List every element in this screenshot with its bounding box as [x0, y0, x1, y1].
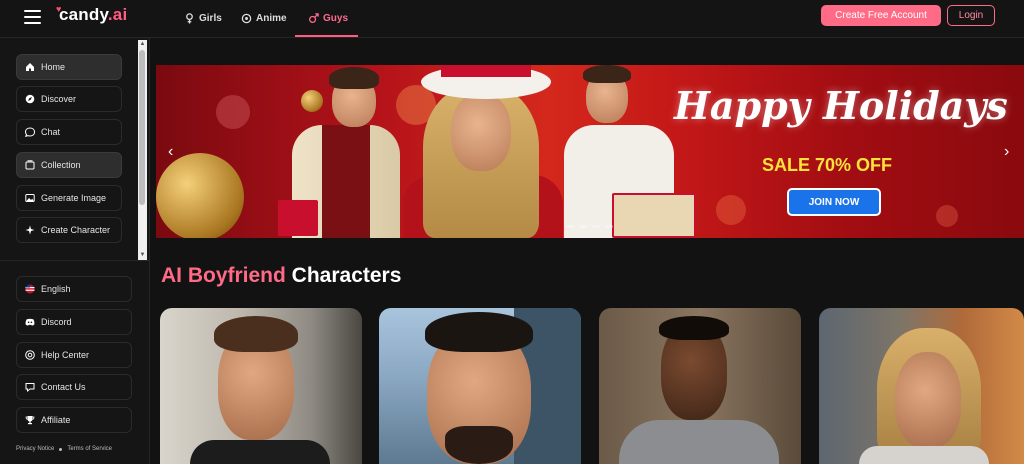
- sidebar-item-collection[interactable]: Collection: [16, 152, 122, 178]
- banner-sale-text: SALE 70% OFF: [762, 155, 893, 175]
- sidebar-item-label: Home: [41, 62, 66, 72]
- tab-guys-label: Guys: [323, 12, 349, 24]
- banner-next-arrow-icon[interactable]: ›: [1004, 143, 1009, 161]
- tab-anime-label: Anime: [256, 12, 287, 24]
- compass-icon: [25, 94, 35, 104]
- banner-headline: Happy Holidays: [674, 83, 1008, 128]
- card-shirt-image: [190, 440, 330, 464]
- logo[interactable]: ♥ candy.ai: [56, 4, 127, 25]
- discord-icon: [25, 318, 35, 326]
- flag-icon: [25, 284, 35, 294]
- carousel-dot[interactable]: [566, 225, 574, 228]
- sidebar-item-label: Chat: [41, 127, 61, 137]
- bokeh-light: [216, 95, 250, 129]
- menu-icon[interactable]: [24, 10, 41, 24]
- sidebar-item-help-center[interactable]: Help Center: [16, 342, 132, 368]
- bokeh-light: [936, 205, 958, 227]
- sidebar-item-label: Contact Us: [41, 382, 86, 392]
- tab-guys[interactable]: Guys: [308, 8, 348, 28]
- section-title-rest: Characters: [285, 264, 402, 287]
- tab-girls-label: Girls: [199, 12, 222, 24]
- hair-image: [329, 67, 379, 89]
- sidebar-item-label: Generate Image: [41, 193, 107, 203]
- tab-girls[interactable]: Girls: [184, 8, 222, 28]
- active-tab-indicator: [295, 35, 358, 37]
- sidebar-item-discover[interactable]: Discover: [16, 86, 122, 112]
- legal-links: Privacy Notice Terms of Service: [16, 446, 112, 452]
- image-icon: [25, 194, 35, 202]
- promo-banner[interactable]: Happy Holidays SALE 70% OFF JOIN NOW ‹ ›: [156, 65, 1024, 238]
- trophy-icon: [25, 416, 35, 425]
- shirt-image: [322, 125, 370, 238]
- sidebar-item-discord[interactable]: Discord: [16, 309, 132, 335]
- santa-hat-image: [441, 65, 531, 77]
- create-account-button[interactable]: Create Free Account: [821, 5, 941, 26]
- carousel-dot[interactable]: [605, 225, 613, 228]
- carousel-dot[interactable]: [579, 225, 587, 228]
- help-icon: [25, 350, 35, 360]
- top-bar: ♥ candy.ai Girls Anime Guys Create Free A…: [0, 0, 1024, 38]
- card-hair-image: [425, 312, 533, 352]
- section-title-highlight: AI Boyfriend: [161, 264, 286, 287]
- sidebar-divider: [0, 260, 150, 261]
- language-label: English: [41, 284, 71, 294]
- collection-icon: [25, 160, 35, 170]
- contact-icon: [25, 383, 35, 392]
- card-shirt-image: [619, 420, 779, 464]
- join-now-button[interactable]: JOIN NOW: [787, 188, 881, 216]
- card-hair-image: [659, 316, 729, 340]
- privacy-notice-link[interactable]: Privacy Notice: [16, 446, 54, 452]
- heart-icon: ♥: [56, 4, 62, 14]
- scroll-up-icon[interactable]: ▲: [139, 41, 146, 48]
- sidebar-item-label: Collection: [41, 160, 81, 170]
- home-icon: [26, 63, 34, 71]
- login-button[interactable]: Login: [947, 5, 995, 26]
- chat-icon: [25, 127, 35, 137]
- character-card[interactable]: [819, 308, 1024, 464]
- sidebar-item-home[interactable]: Home: [16, 54, 122, 80]
- female-icon: [186, 12, 193, 24]
- card-beard-image: [445, 426, 513, 464]
- terms-of-service-link[interactable]: Terms of Service: [67, 446, 112, 452]
- separator-dot: [59, 447, 63, 451]
- bokeh-light: [716, 195, 746, 225]
- sidebar-item-label: Discover: [41, 94, 77, 104]
- sidebar-item-label: Create Character: [41, 225, 111, 235]
- scroll-down-icon[interactable]: ▼: [139, 252, 146, 259]
- sidebar-item-label: Affiliate: [41, 415, 71, 425]
- language-selector[interactable]: English: [16, 276, 132, 302]
- sparkle-icon: [25, 225, 35, 235]
- sidebar-item-chat[interactable]: Chat: [16, 119, 122, 145]
- hair-image: [583, 65, 631, 83]
- sidebar-item-label: Discord: [41, 317, 72, 327]
- sidebar: Home Discover Chat Collection Generate I…: [0, 38, 150, 464]
- banner-person-center: [381, 65, 581, 238]
- character-card[interactable]: [160, 308, 362, 464]
- card-shirt-image: [859, 446, 989, 464]
- tab-anime[interactable]: Anime: [241, 8, 287, 28]
- banner-prev-arrow-icon[interactable]: ‹: [168, 143, 173, 161]
- carousel-dot[interactable]: [592, 225, 600, 228]
- section-title: AI Boyfriend Characters: [161, 264, 401, 288]
- sidebar-item-label: Help Center: [41, 350, 90, 360]
- face-image: [451, 93, 511, 171]
- character-card[interactable]: [599, 308, 801, 464]
- carousel-dots: [566, 225, 613, 228]
- male-icon: [309, 12, 319, 23]
- sidebar-item-create-character[interactable]: Create Character: [16, 217, 122, 243]
- sidebar-item-generate-image[interactable]: Generate Image: [16, 185, 122, 211]
- gift-image: [278, 200, 318, 236]
- ornament-image: [156, 153, 244, 238]
- card-hair-image: [214, 316, 298, 352]
- gift-image: [612, 193, 696, 238]
- card-face-image: [895, 352, 961, 448]
- scrollbar-thumb[interactable]: [139, 50, 145, 205]
- sidebar-scrollbar[interactable]: ▲ ▼: [138, 40, 147, 260]
- anime-icon: [241, 13, 252, 23]
- character-card[interactable]: [379, 308, 581, 464]
- sidebar-item-affiliate[interactable]: Affiliate: [16, 407, 132, 433]
- sidebar-item-contact-us[interactable]: Contact Us: [16, 374, 132, 400]
